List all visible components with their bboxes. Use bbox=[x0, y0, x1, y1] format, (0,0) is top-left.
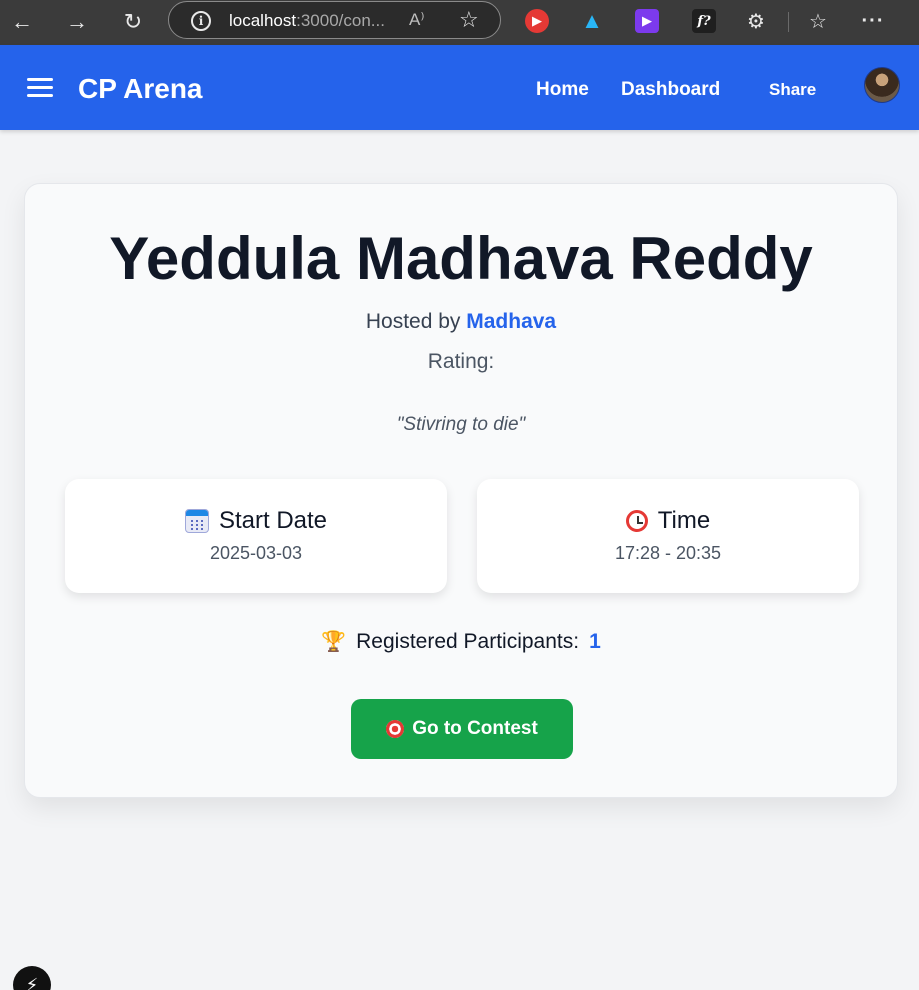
host-link[interactable]: Madhava bbox=[466, 310, 556, 333]
contest-card: Yeddula Madhava Reddy Hosted by Madhava … bbox=[24, 183, 898, 798]
time-label: Time bbox=[657, 507, 711, 534]
hosted-by: Hosted by Madhava bbox=[25, 310, 897, 334]
participants-label: Registered Participants: bbox=[356, 629, 580, 653]
nav-link-share[interactable]: Share bbox=[769, 80, 816, 100]
alarm-clock-icon bbox=[625, 510, 648, 532]
calendar-icon bbox=[184, 509, 209, 533]
time-value: 17:28 - 20:35 bbox=[614, 543, 722, 563]
start-date-value: 2025-03-03 bbox=[209, 543, 303, 563]
back-icon[interactable]: ← bbox=[6, 6, 38, 38]
info-icon[interactable]: i bbox=[191, 11, 211, 31]
rating-label: Rating: bbox=[427, 350, 495, 373]
go-to-contest-button[interactable]: Go to Contest bbox=[351, 699, 573, 759]
page-title: Yeddula Madhava Reddy bbox=[109, 225, 813, 292]
star-icon[interactable]: ☆ bbox=[459, 7, 479, 33]
brand-title[interactable]: CP Arena bbox=[78, 73, 203, 105]
forward-icon[interactable]: → bbox=[61, 6, 93, 38]
time-box: Time 17:28 - 20:35 bbox=[477, 479, 859, 593]
address-bar[interactable]: i localhost:3000/con... A⁾ ☆ bbox=[168, 1, 501, 39]
go-to-contest-label: Go to Contest bbox=[412, 718, 538, 739]
puzzle-icon[interactable]: ⚙ bbox=[744, 9, 768, 33]
formula-extension-icon[interactable]: f? bbox=[692, 9, 716, 33]
lightning-icon[interactable]: ⚡ bbox=[13, 966, 51, 990]
participants-count: 1 bbox=[589, 629, 601, 653]
more-icon[interactable]: ··· bbox=[861, 9, 885, 33]
speaker-extension-icon[interactable]: ▶ bbox=[525, 9, 549, 33]
audio-extension-icon[interactable]: ▶ bbox=[635, 9, 659, 33]
url-text[interactable]: localhost:3000/con... bbox=[229, 11, 385, 31]
toolbar-divider bbox=[788, 12, 789, 32]
trophy-icon: 🏆 bbox=[321, 631, 347, 653]
participants-row: 🏆 Registered Participants: 1 bbox=[25, 629, 897, 654]
favorites-icon[interactable]: ☆ bbox=[806, 9, 830, 33]
menu-icon[interactable] bbox=[27, 78, 53, 98]
target-icon bbox=[386, 720, 405, 738]
wave-extension-icon[interactable]: ▲ bbox=[580, 8, 604, 33]
time-heading: Time bbox=[477, 507, 859, 535]
start-date-heading: Start Date bbox=[65, 507, 447, 535]
avatar[interactable] bbox=[864, 67, 900, 103]
url-rest: :3000/con... bbox=[296, 11, 385, 30]
nav-link-dashboard[interactable]: Dashboard bbox=[621, 79, 720, 101]
refresh-icon[interactable]: ↻ bbox=[117, 6, 149, 38]
nav-link-home[interactable]: Home bbox=[536, 79, 589, 101]
app-navbar: CP Arena Home Dashboard Share bbox=[0, 45, 919, 130]
start-date-box: Start Date 2025-03-03 bbox=[65, 479, 447, 593]
url-host: localhost bbox=[229, 11, 297, 30]
contest-quote: "Stivring to die" bbox=[396, 414, 526, 435]
start-date-label: Start Date bbox=[218, 507, 328, 534]
hosted-prefix: Hosted by bbox=[365, 310, 467, 333]
read-aloud-icon[interactable]: A⁾ bbox=[409, 10, 425, 30]
browser-toolbar: ← → ↻ i localhost:3000/con... A⁾ ☆ ▶ ▲ ▶… bbox=[0, 0, 919, 45]
